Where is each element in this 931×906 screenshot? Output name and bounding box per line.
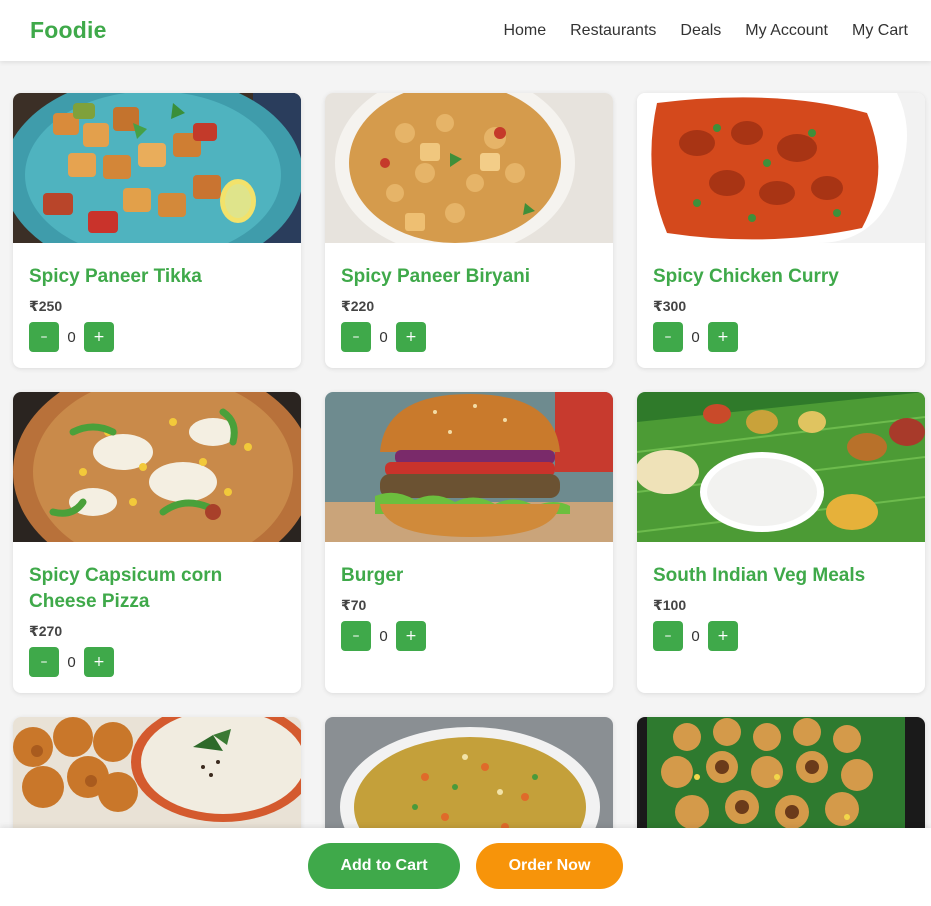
quantity-stepper: – 0 + <box>29 647 285 677</box>
decrement-button[interactable]: – <box>29 322 59 352</box>
order-now-button[interactable]: Order Now <box>476 843 623 889</box>
nav-my-cart-link[interactable]: My Cart <box>852 22 908 40</box>
item-title: Burger <box>341 565 404 586</box>
quantity-value: 0 <box>379 328 388 346</box>
nav-restaurants-link[interactable]: Restaurants <box>570 22 656 40</box>
nav-deals-link[interactable]: Deals <box>680 22 721 40</box>
burger-photo <box>325 392 613 542</box>
increment-button[interactable]: + <box>396 322 426 352</box>
increment-button[interactable]: + <box>708 322 738 352</box>
menu-card: Spicy Chicken Curry ₹300 – 0 + <box>637 93 925 368</box>
capsicum-corn-pizza-photo <box>13 392 301 542</box>
add-to-cart-button[interactable]: Add to Cart <box>308 843 460 889</box>
item-title: Spicy Paneer Tikka <box>29 266 202 287</box>
brand-logo[interactable]: Foodie <box>30 17 107 44</box>
item-price: ₹70 <box>341 597 367 613</box>
item-price: ₹220 <box>341 298 375 314</box>
item-price: ₹250 <box>29 298 63 314</box>
item-title: Spicy Capsicum corn Cheese Pizza <box>29 565 223 612</box>
increment-button[interactable]: + <box>84 647 114 677</box>
nav-links: Home Restaurants Deals My Account My Car… <box>503 22 908 40</box>
menu-card: South Indian Veg Meals ₹100 – 0 + <box>637 392 925 693</box>
quantity-stepper: – 0 + <box>341 621 597 651</box>
quantity-value: 0 <box>691 328 700 346</box>
menu-card: Burger ₹70 – 0 + <box>325 392 613 693</box>
menu-card: Spicy Capsicum corn Cheese Pizza ₹270 – … <box>13 392 301 693</box>
quantity-stepper: – 0 + <box>341 322 597 352</box>
item-price: ₹270 <box>29 623 63 639</box>
paneer-biryani-photo <box>325 93 613 243</box>
item-title: Spicy Paneer Biryani <box>341 266 531 287</box>
menu-grid: Spicy Paneer Tikka ₹250 – 0 + Spicy Pane… <box>13 93 925 867</box>
decrement-button[interactable]: – <box>29 647 59 677</box>
bottom-action-bar: Add to Cart Order Now <box>0 828 931 906</box>
menu-card: Spicy Paneer Tikka ₹250 – 0 + <box>13 93 301 368</box>
decrement-button[interactable]: – <box>653 322 683 352</box>
item-title: Spicy Chicken Curry <box>653 266 839 287</box>
chicken-curry-photo <box>637 93 925 243</box>
nav-home-link[interactable]: Home <box>503 22 546 40</box>
quantity-value: 0 <box>67 653 76 671</box>
quantity-value: 0 <box>67 328 76 346</box>
increment-button[interactable]: + <box>708 621 738 651</box>
item-title: South Indian Veg Meals <box>653 565 866 586</box>
navbar: Foodie Home Restaurants Deals My Account… <box>0 0 931 61</box>
quantity-stepper: – 0 + <box>29 322 285 352</box>
increment-button[interactable]: + <box>84 322 114 352</box>
quantity-value: 0 <box>691 627 700 645</box>
nav-my-account-link[interactable]: My Account <box>745 22 828 40</box>
quantity-value: 0 <box>379 627 388 645</box>
item-price: ₹300 <box>653 298 687 314</box>
decrement-button[interactable]: – <box>341 621 371 651</box>
quantity-stepper: – 0 + <box>653 322 909 352</box>
quantity-stepper: – 0 + <box>653 621 909 651</box>
decrement-button[interactable]: – <box>341 322 371 352</box>
menu-card: Spicy Paneer Biryani ₹220 – 0 + <box>325 93 613 368</box>
increment-button[interactable]: + <box>396 621 426 651</box>
paneer-tikka-photo <box>13 93 301 243</box>
decrement-button[interactable]: – <box>653 621 683 651</box>
south-indian-meals-photo <box>637 392 925 542</box>
item-price: ₹100 <box>653 597 687 613</box>
